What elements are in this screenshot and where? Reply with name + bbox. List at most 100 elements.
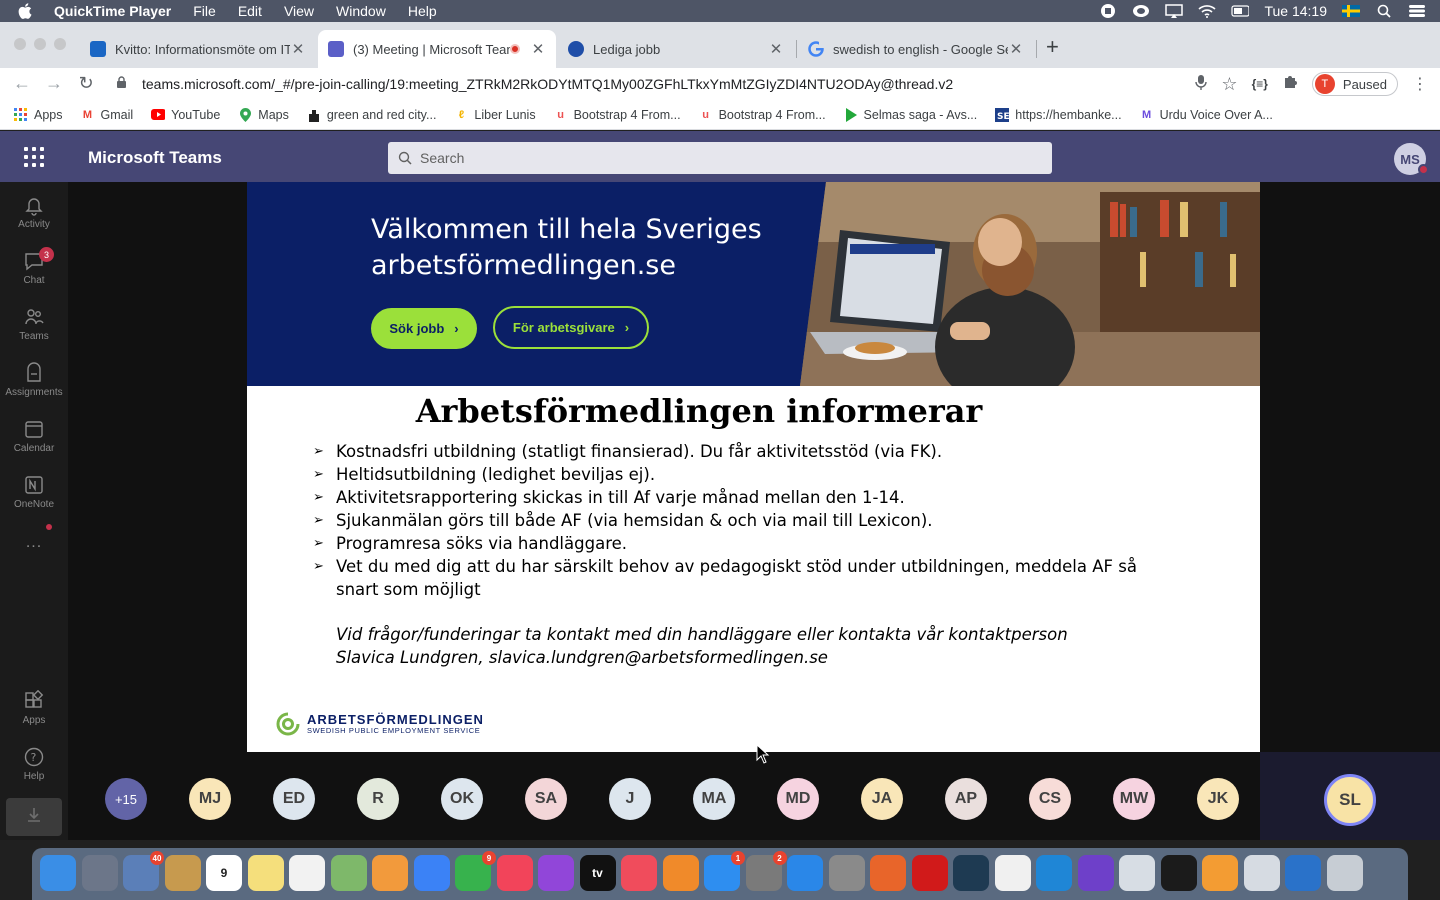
extension-code-icon[interactable]: {≡} <box>1252 77 1268 91</box>
firefox-icon[interactable] <box>870 855 906 891</box>
bookmark-green-red-city[interactable]: green and red city... <box>307 108 436 122</box>
messages-icon[interactable] <box>413 855 450 891</box>
app-launcher-icon[interactable] <box>24 147 44 167</box>
news-icon[interactable] <box>621 855 657 891</box>
safari-icon[interactable] <box>787 855 823 891</box>
rail-apps[interactable]: Apps <box>0 689 68 726</box>
github-icon[interactable] <box>1077 855 1114 891</box>
close-tab-icon[interactable]: ✕ <box>530 40 546 58</box>
close-window-button[interactable] <box>14 38 26 50</box>
notes-icon[interactable] <box>247 855 284 891</box>
stop-recording-icon[interactable] <box>1099 4 1117 18</box>
photos-icon[interactable] <box>372 855 408 891</box>
app-store-icon[interactable]: 1 <box>704 851 745 891</box>
bookmark-maps[interactable]: Maps <box>238 107 289 122</box>
reminders-icon[interactable] <box>289 855 325 891</box>
bookmark-gmail[interactable]: M Gmail <box>81 108 133 122</box>
tab-google-translate-search[interactable]: swedish to english - Google Se ✕ <box>798 30 1034 68</box>
swedish-flag-icon[interactable] <box>1342 4 1360 18</box>
teams-search-input[interactable]: Search <box>388 142 1052 174</box>
menu-view[interactable]: View <box>284 3 314 19</box>
rail-calendar[interactable]: Calendar <box>0 418 68 454</box>
lock-icon[interactable] <box>116 76 128 92</box>
participant-avatar[interactable]: R <box>357 778 399 820</box>
close-tab-icon[interactable]: ✕ <box>768 40 784 58</box>
rail-chat[interactable]: 3 Chat <box>0 247 68 286</box>
bookmark-selmas-saga[interactable]: Selmas saga - Avs... <box>844 107 977 122</box>
chrome-menu-icon[interactable]: ⋮ <box>1412 74 1428 94</box>
creative-cloud-icon[interactable] <box>1132 4 1150 18</box>
participant-avatar[interactable]: MW <box>1113 778 1155 820</box>
participant-avatar[interactable]: SA <box>525 778 567 820</box>
address-bar[interactable]: teams.microsoft.com/_#/pre-join-calling/… <box>108 70 1240 98</box>
books-icon[interactable] <box>662 855 699 891</box>
new-tab-button[interactable]: + <box>1046 34 1059 60</box>
rail-onenote[interactable]: OneNote <box>0 474 68 510</box>
notebook-icon[interactable] <box>164 855 201 891</box>
bookmark-liber-lunis[interactable]: ℓ Liber Lunis <box>454 108 536 122</box>
close-tab-icon[interactable]: ✕ <box>1008 40 1024 58</box>
calendar-icon[interactable]: 9 <box>206 855 242 891</box>
participant-avatar[interactable]: MJ <box>189 778 231 820</box>
rail-help[interactable]: ? Help <box>0 746 68 782</box>
microphone-icon[interactable] <box>1195 74 1208 95</box>
participant-avatar[interactable]: JK <box>1197 778 1239 820</box>
tv-icon[interactable]: tv <box>579 855 616 891</box>
finder-icon[interactable] <box>40 855 76 891</box>
menu-window[interactable]: Window <box>336 3 386 19</box>
bookmark-hembanken[interactable]: SE https://hembanke... <box>995 107 1122 122</box>
rail-teams[interactable]: Teams <box>0 306 68 342</box>
more-participants-button[interactable]: +15 <box>105 778 147 820</box>
maps-icon[interactable] <box>330 855 367 891</box>
participant-avatar[interactable]: AP <box>945 778 987 820</box>
participant-avatar[interactable]: J <box>609 778 651 820</box>
menu-file[interactable]: File <box>193 3 216 19</box>
bookmark-urdu-voice[interactable]: M Urdu Voice Over A... <box>1140 108 1273 122</box>
tab-lediga-jobb[interactable]: Lediga jobb ✕ <box>558 30 794 68</box>
minimize-window-button[interactable] <box>34 38 46 50</box>
forward-arrow-icon[interactable]: → <box>44 73 64 94</box>
preview-icon[interactable] <box>1243 855 1280 891</box>
rail-activity[interactable]: Activity <box>0 194 68 230</box>
back-arrow-icon[interactable]: ← <box>12 73 32 94</box>
sok-jobb-button[interactable]: Sök jobb › <box>371 308 477 349</box>
calculator-icon[interactable] <box>1202 855 1238 891</box>
participant-avatar[interactable]: CS <box>1029 778 1071 820</box>
launchpad-icon[interactable] <box>81 855 118 891</box>
zoom-window-button[interactable] <box>54 38 66 50</box>
facetime-icon[interactable]: 9 <box>455 851 496 891</box>
menu-edit[interactable]: Edit <box>238 3 262 19</box>
bracket-icon[interactable] <box>953 855 989 891</box>
spotlight-search-icon[interactable] <box>1375 4 1393 18</box>
participant-avatar[interactable]: MD <box>777 778 819 820</box>
reload-icon[interactable]: ↻ <box>76 73 96 94</box>
control-center-icon[interactable] <box>1408 4 1426 18</box>
music-icon[interactable] <box>496 855 533 891</box>
trash-icon[interactable] <box>1326 855 1363 891</box>
extensions-puzzle-icon[interactable] <box>1282 74 1298 95</box>
apple-menu-icon[interactable] <box>18 3 38 19</box>
terminal-icon[interactable] <box>1160 855 1197 891</box>
bookmark-bootstrap-1[interactable]: u Bootstrap 4 From... <box>554 108 680 122</box>
participant-avatar[interactable]: MA <box>693 778 735 820</box>
app-name-menu[interactable]: QuickTime Player <box>54 3 171 19</box>
participant-avatar[interactable]: JA <box>861 778 903 820</box>
bookmark-star-icon[interactable]: ☆ <box>1221 74 1237 95</box>
close-tab-icon[interactable]: ✕ <box>290 40 306 58</box>
download-button[interactable] <box>6 798 62 836</box>
bookmark-apps[interactable]: Apps <box>14 107 63 122</box>
bookmark-bootstrap-2[interactable]: u Bootstrap 4 From... <box>699 108 825 122</box>
chrome-icon[interactable] <box>994 855 1031 891</box>
database-icon[interactable] <box>828 855 865 891</box>
bookmark-youtube[interactable]: YouTube <box>151 108 220 122</box>
wifi-icon[interactable] <box>1198 4 1217 18</box>
user-avatar[interactable]: MS <box>1394 143 1429 175</box>
menu-help[interactable]: Help <box>408 3 437 19</box>
system-preferences-icon[interactable]: 2 <box>745 851 787 891</box>
participant-avatar[interactable]: ED <box>273 778 315 820</box>
elephant-icon[interactable] <box>1119 855 1155 891</box>
tab-kvitto[interactable]: Kvitto: Informationsmöte om IT ✕ <box>80 30 316 68</box>
rail-more[interactable]: ... <box>0 534 68 552</box>
podcasts-icon[interactable] <box>538 855 574 891</box>
rail-assignments[interactable]: Assignments <box>0 362 68 398</box>
